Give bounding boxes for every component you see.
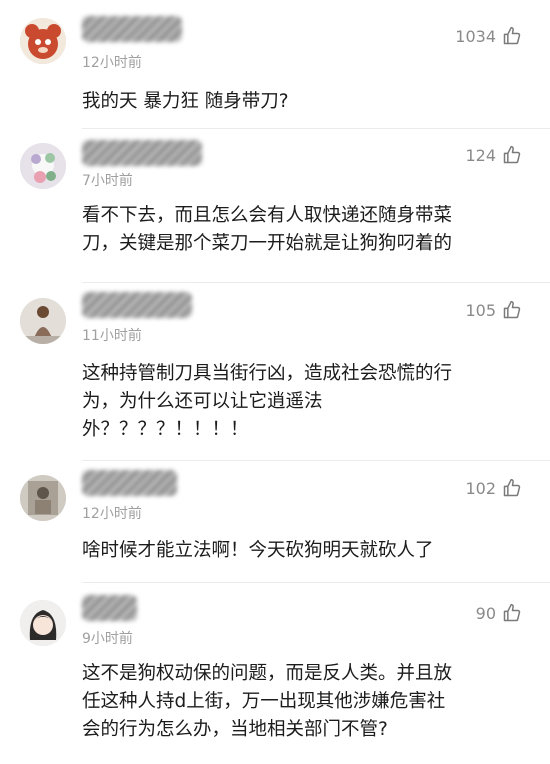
thumbs-up-icon [502,145,522,165]
avatar[interactable] [20,298,66,344]
comment-text: 这种持管制刀具当街行凶，造成社会恐慌的行 为，为什么还可以让它逍遥法 外？？？？… [82,363,453,440]
thumbs-up-icon [502,478,522,498]
thumbs-up-icon [502,26,522,46]
thumbs-up-icon [502,300,522,320]
comment-text: 这不是狗权动保的问题，而是反人类。并且放 任这种人持d上街，万一出现其他涉嫌危害… [82,663,453,740]
comment-text: 看不下去，而且怎么会有人取快递还随身带菜 刀，关键是那个菜刀一开始就是让狗狗叼着… [82,205,453,254]
username-blurred[interactable] [82,140,202,166]
like-count: 90 [475,603,496,623]
like-count: 124 [465,145,496,165]
like-button[interactable]: 124 [465,145,522,165]
comment-feed: { "comments": [ {"time": "12小时前", "likes… [0,0,550,764]
like-count: 1034 [455,26,496,46]
like-button[interactable]: 1034 [455,26,522,46]
like-button[interactable]: 90 [476,603,522,623]
divider [82,282,550,283]
thumbs-up-icon [502,603,522,623]
like-count: 105 [465,300,496,320]
divider [82,128,550,129]
comment-time: 12小时前 [82,506,142,522]
comment-text: 啥时候才能立法啊！今天砍狗明天就砍人了 [82,540,434,561]
like-count: 102 [465,478,496,498]
divider [82,460,550,461]
comment-time: 11小时前 [82,328,142,344]
username-blurred[interactable] [82,470,177,496]
username-blurred[interactable] [82,292,192,318]
comment-time: 12小时前 [82,55,142,71]
avatar[interactable] [20,143,66,189]
avatar[interactable] [20,475,66,521]
comment-text: 我的天 暴力狂 随身带刀? [82,91,289,112]
divider [82,582,550,583]
username-blurred[interactable] [82,595,137,621]
like-button[interactable]: 105 [465,300,522,320]
comment-time: 9小时前 [82,631,133,647]
avatar[interactable] [20,600,66,646]
like-button[interactable]: 102 [465,478,522,498]
avatar[interactable] [20,18,66,64]
comment-time: 7小时前 [82,173,133,189]
username-blurred[interactable] [82,16,182,42]
